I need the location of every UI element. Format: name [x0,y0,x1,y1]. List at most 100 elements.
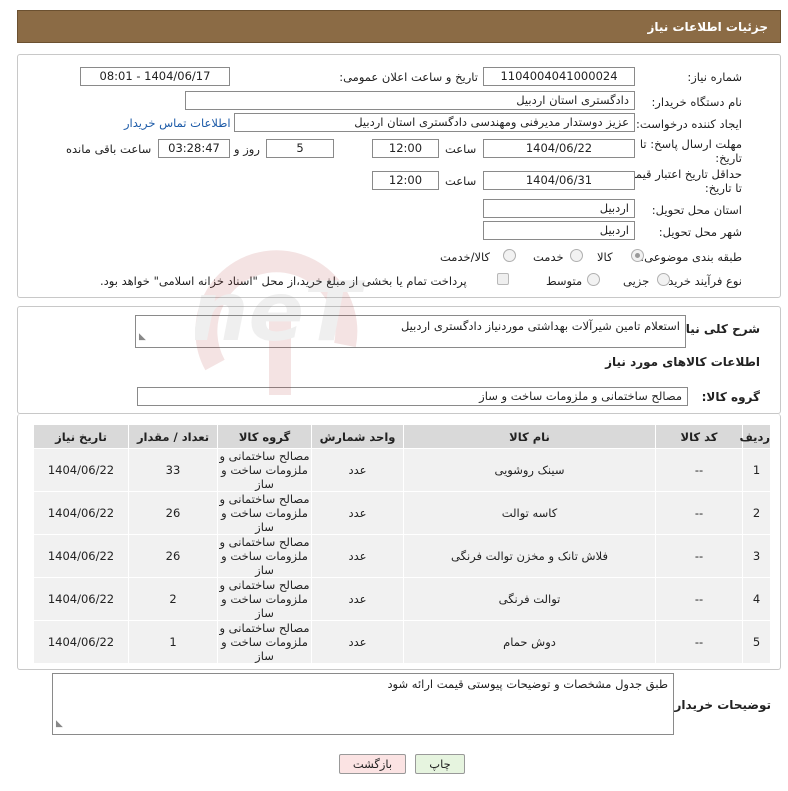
table-row: 4 -- توالت فرنگی عدد مصالح ساختمانی و ملزوما… [33,577,771,621]
deadline-date-field: 1404/06/22 [483,139,635,158]
deadline-time-label: ساعت [445,142,477,156]
table-cell: 1404/06/22 [33,620,129,664]
table-cell: 1404/06/22 [33,491,129,535]
table-cell: -- [655,620,743,664]
city-label: شهر محل تحویل: [658,225,742,239]
column-header: کد کالا [655,424,743,449]
description-label: شرح کلی نیاز: [674,322,760,336]
table-cell: 5 [742,620,771,664]
table-cell: -- [655,534,743,578]
table-cell: عدد [311,534,404,578]
validity-label: حداقل تاریخ اعتبار قیمت: [620,167,742,181]
announce-field: 1404/06/17 - 08:01 [80,67,230,86]
table-cell: کاسه توالت [403,491,656,535]
table-cell: عدد [311,448,404,492]
process-option-minor: جزیی [623,274,650,288]
category-option-service: خدمت [533,250,564,264]
remaining-label: ساعت باقی مانده [66,142,152,156]
table-cell: 1404/06/22 [33,577,129,621]
table-cell: -- [655,491,743,535]
table-row: 5 -- دوش حمام عدد مصالح ساختمانی و ملزومات س… [33,620,771,664]
process-label: نوع فرآیند خرید : [660,274,742,288]
page-header: جزئیات اطلاعات نیاز [17,10,781,43]
treasury-payment-checkbox[interactable] [497,273,509,285]
table-cell: 4 [742,577,771,621]
table-cell: توالت فرنگی [403,577,656,621]
table-cell: 2 [128,577,218,621]
announce-label: تاریخ و ساعت اعلان عمومی: [339,70,478,84]
table-cell: عدد [311,620,404,664]
description-text: استعلام تامین شیرآلات بهداشتی موردنیاز د… [400,319,680,333]
table-cell: 3 [742,534,771,578]
validity-date-field: 1404/06/31 [483,171,635,190]
buyer-notes-label: توضیحات خریدار: [669,698,771,712]
table-cell: -- [655,448,743,492]
table-cell: فلاش تانک و مخزن توالت فرنگی [403,534,656,578]
buyer-org-label: نام دستگاه خریدار: [651,95,742,109]
table-cell: مصالح ساختمانی و ملزومات ساخت و ساز [217,491,312,535]
goods-group-field: مصالح ساختمانی و ملزومات ساخت و ساز [137,387,688,406]
deadline-time-field: 12:00 [372,139,439,158]
buyer-notes-text: طبق جدول مشخصات و توضیحات پیوستی قیمت ار… [387,677,668,691]
page-title: جزئیات اطلاعات نیاز [647,20,768,34]
table-header-row: ردیف کد کالا نام کالا واحد شمارش گروه کالا تع… [33,424,771,449]
remaining-time-field: 03:28:47 [158,139,230,158]
category-radio-service[interactable] [570,249,583,262]
days-field: 5 [266,139,334,158]
city-field: اردبیل [483,221,635,240]
goods-group-label: گروه کالا: [701,390,760,404]
deadline-label-date: تاریخ: [715,151,742,165]
days-label: روز و [234,142,260,156]
deadline-label: مهلت ارسال پاسخ: تا [639,137,742,151]
category-option-goods: کالا [597,250,613,264]
need-number-label: شماره نیاز: [687,70,742,84]
table-cell: 33 [128,448,218,492]
table-cell: مصالح ساختمانی و ملزومات ساخت و ساز [217,534,312,578]
items-table: ردیف کد کالا نام کالا واحد شمارش گروه کالا تع… [33,424,771,664]
process-radio-medium[interactable] [587,273,600,286]
category-label: طبقه بندی موضوعی: [640,250,742,264]
need-number-field: 1104004041000024 [483,67,635,86]
table-cell: 1 [128,620,218,664]
print-button[interactable]: چاپ [415,754,465,774]
table-cell: 26 [128,491,218,535]
table-cell: سینک روشویی [403,448,656,492]
validity-label-date: تا تاریخ: [704,181,742,195]
table-cell: 1404/06/22 [33,448,129,492]
validity-time-label: ساعت [445,174,477,188]
table-row: 1 -- سینک روشویی عدد مصالح ساختمانی و ملزوما… [33,448,771,492]
province-field: اردبیل [483,199,635,218]
category-option-both: کالا/خدمت [440,250,491,264]
table-row: 3 -- فلاش تانک و مخزن توالت فرنگی عدد مصالح … [33,534,771,578]
province-label: استان محل تحویل: [651,203,742,217]
resize-grip-icon: ◢ [139,332,146,342]
column-header: ردیف [739,424,771,449]
validity-time-field: 12:00 [372,171,439,190]
category-radio-both[interactable] [503,249,516,262]
table-cell: 1 [742,448,771,492]
table-cell: 2 [742,491,771,535]
process-radio-minor[interactable] [657,273,670,286]
requester-label: ایجاد کننده درخواست: [636,117,742,131]
goods-section-title: اطلاعات کالاهای مورد نیاز [605,355,760,369]
table-cell: عدد [311,491,404,535]
column-header: تعداد / مقدار [128,424,218,449]
back-button[interactable]: بازگشت [339,754,406,774]
process-option-medium: متوسط [546,274,583,288]
table-row: 2 -- کاسه توالت عدد مصالح ساختمانی و ملزومات… [33,491,771,535]
description-field: استعلام تامین شیرآلات بهداشتی موردنیاز د… [135,315,686,348]
buyer-notes-field: طبق جدول مشخصات و توضیحات پیوستی قیمت ار… [52,673,674,735]
table-cell: 1404/06/22 [33,534,129,578]
table-cell: عدد [311,577,404,621]
table-cell: مصالح ساختمانی و ملزومات ساخت و ساز [217,577,312,621]
column-header: واحد شمارش [311,424,404,449]
table-cell: مصالح ساختمانی و ملزومات ساخت و ساز [217,620,312,664]
table-cell: -- [655,577,743,621]
column-header: تاریخ نیاز [33,424,129,449]
contact-info-link[interactable]: اطلاعات تماس خریدار [124,116,231,130]
table-cell: دوش حمام [403,620,656,664]
resize-grip-icon: ◢ [56,719,63,729]
treasury-payment-note: پرداخت تمام یا بخشی از مبلغ خرید،از محل … [100,274,467,288]
category-radio-goods[interactable] [631,249,644,262]
table-cell: مصالح ساختمانی و ملزومات ساخت و ساز [217,448,312,492]
